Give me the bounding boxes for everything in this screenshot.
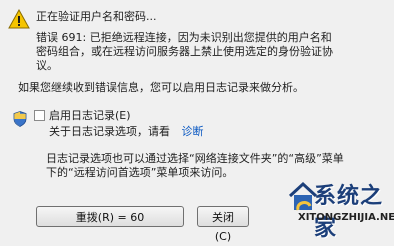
site-watermark: 系统之家 XITONGZHIJIA.NET — [286, 176, 394, 241]
shield-icon — [13, 111, 27, 127]
note-line2: 下的“远程访问首选项”菜单项来访问。 — [46, 166, 234, 179]
warning-icon — [8, 9, 30, 29]
enable-logging-checkbox[interactable] — [34, 110, 45, 121]
watermark-title: 系统之家 — [314, 184, 384, 241]
watermark-url: XITONGZHIJIA.NET — [298, 212, 394, 223]
close-button[interactable]: 关闭(C) — [197, 206, 249, 243]
logging-about-text: 关于日志记录选项，请看 诊断 — [49, 125, 204, 139]
error-message-line3: 议。 — [36, 59, 58, 72]
retry-hint: 如果您继续收到错误信息，您可以启用日志记录来做分析。 — [18, 81, 304, 94]
error-message-line2: 密码组合，或在远程访问服务器上禁止使用选定的身份验证协 — [36, 45, 333, 58]
redial-button[interactable]: 重拨(R) = 60 — [36, 206, 184, 227]
error-message-line1: 错误 691: 已拒绝远程连接，因为未识别出您提供的用户名和 — [36, 31, 332, 44]
note-line1: 日志记录选项也可以通过选择“网络连接文件夹”的“高级”菜单 — [46, 152, 344, 165]
logging-about-prefix: 关于日志记录选项，请看 — [49, 125, 170, 138]
diagnostics-link[interactable]: 诊断 — [182, 125, 204, 138]
enable-logging-label[interactable]: 启用日志记录(E) — [49, 109, 131, 123]
status-text: 正在验证用户名和密码... — [36, 10, 157, 23]
